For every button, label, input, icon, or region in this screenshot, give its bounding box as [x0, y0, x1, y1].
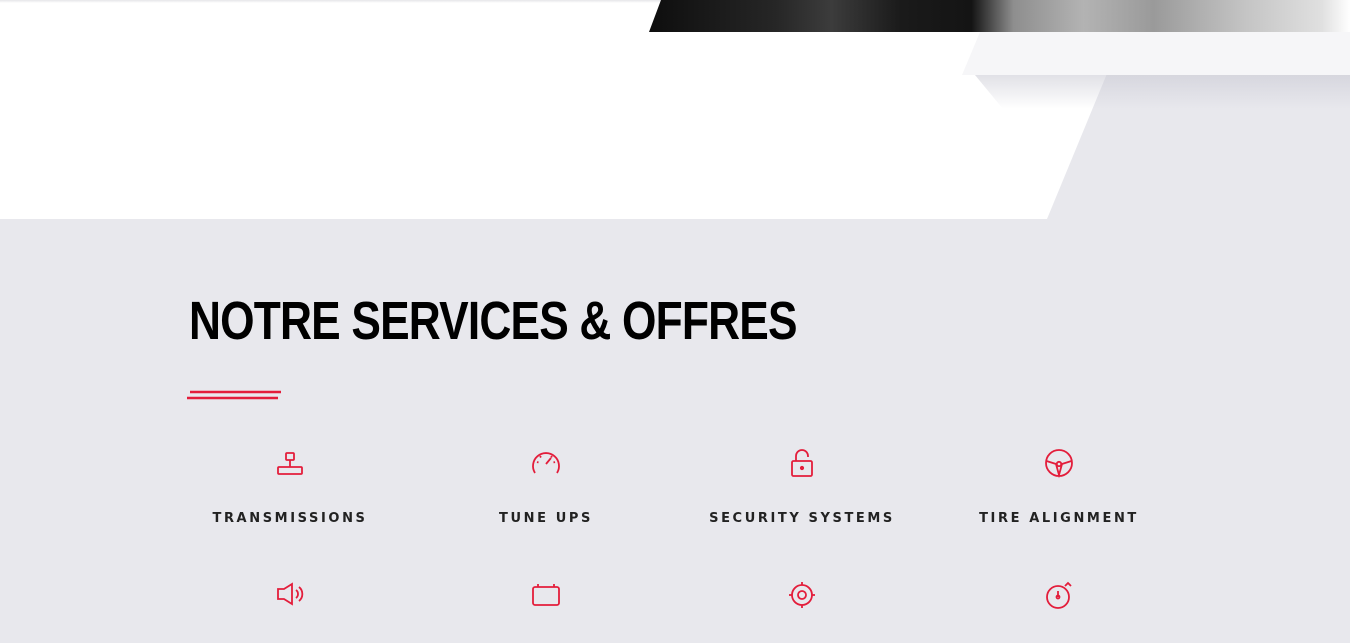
- service-transmissions[interactable]: TRANSMISSIONS: [160, 448, 420, 526]
- service-item[interactable]: [416, 580, 676, 643]
- service-tune-ups[interactable]: TUNE UPS: [416, 448, 676, 526]
- hero-card: [962, 32, 1350, 75]
- service-security-systems[interactable]: SECURITY SYSTEMS: [672, 448, 932, 526]
- service-label: SECURITY SYSTEMS: [709, 511, 895, 526]
- speedometer-icon: [532, 452, 560, 474]
- horn-icon: [277, 582, 304, 606]
- hero-image: [649, 0, 1350, 32]
- stopwatch-icon: [1046, 581, 1072, 609]
- service-label: TUNE UPS: [499, 511, 593, 526]
- service-item[interactable]: [160, 580, 420, 643]
- title-divider: [187, 390, 281, 400]
- battery-icon: [532, 584, 560, 606]
- service-item[interactable]: [929, 580, 1189, 643]
- hero-card-shadow: [975, 75, 1350, 109]
- joystick-icon: [277, 452, 303, 475]
- service-item[interactable]: [672, 580, 932, 643]
- steering-wheel-icon: [1045, 449, 1073, 479]
- section-title: NOTRE SERVICES & OFFRES: [189, 291, 798, 351]
- gear-icon: [789, 582, 815, 608]
- service-label: TRANSMISSIONS: [212, 511, 368, 526]
- service-tire-alignment[interactable]: TIRE ALIGNMENT: [929, 448, 1189, 526]
- padlock-icon: [791, 449, 813, 477]
- service-label: TIRE ALIGNMENT: [979, 511, 1139, 526]
